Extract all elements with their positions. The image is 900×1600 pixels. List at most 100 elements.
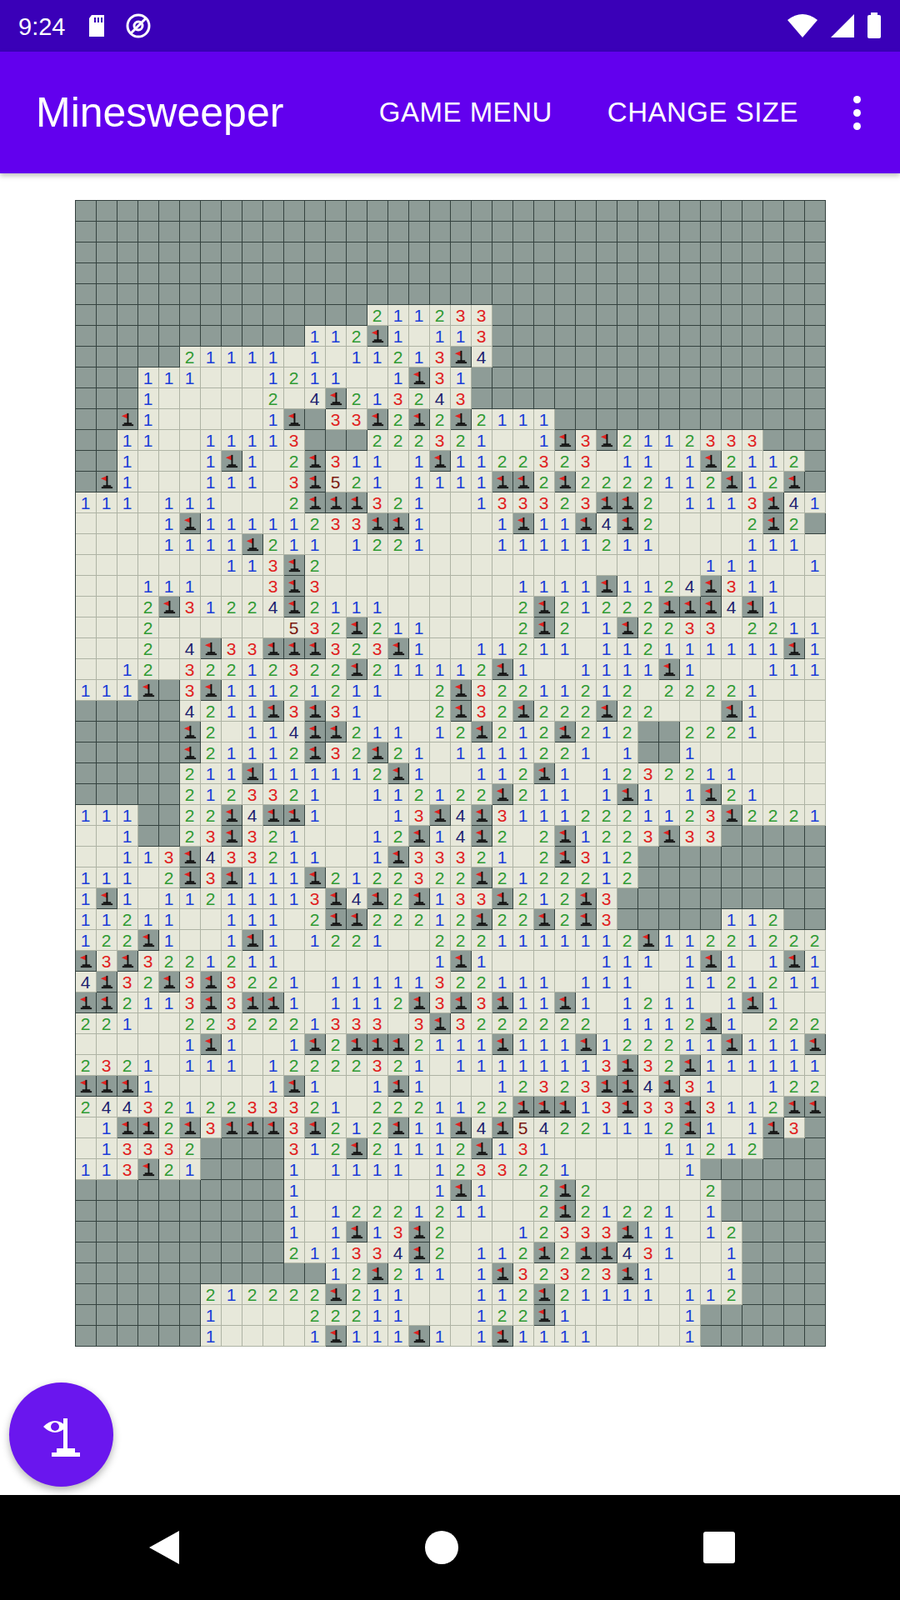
revealed-cell[interactable]: 1: [763, 450, 785, 472]
revealed-cell[interactable]: 1: [763, 638, 785, 660]
revealed-cell[interactable]: 1: [75, 1159, 97, 1180]
revealed-cell[interactable]: [367, 575, 389, 597]
hidden-cell[interactable]: [721, 825, 743, 847]
revealed-cell[interactable]: 1: [596, 659, 618, 680]
flagged-cell[interactable]: [388, 846, 410, 868]
flagged-cell[interactable]: [346, 659, 368, 680]
revealed-cell[interactable]: [346, 575, 368, 597]
revealed-cell[interactable]: 1: [117, 825, 139, 847]
hidden-cell[interactable]: [513, 242, 535, 264]
hidden-cell[interactable]: [96, 284, 118, 305]
revealed-cell[interactable]: 3: [575, 846, 597, 868]
hidden-cell[interactable]: [471, 388, 493, 410]
revealed-cell[interactable]: 3: [575, 450, 597, 472]
flagged-cell[interactable]: [159, 971, 180, 993]
hidden-cell[interactable]: [75, 305, 97, 326]
revealed-cell[interactable]: 2: [409, 1096, 430, 1118]
revealed-cell[interactable]: 1: [138, 575, 160, 597]
hidden-cell[interactable]: [450, 221, 472, 243]
revealed-cell[interactable]: [346, 555, 368, 576]
flagged-cell[interactable]: [305, 721, 326, 743]
revealed-cell[interactable]: [721, 513, 743, 535]
revealed-cell[interactable]: [221, 388, 243, 410]
revealed-cell[interactable]: 1: [575, 534, 597, 555]
revealed-cell[interactable]: 2: [721, 784, 743, 805]
flagged-cell[interactable]: [75, 992, 97, 1014]
hidden-cell[interactable]: [180, 1180, 201, 1201]
revealed-cell[interactable]: 1: [138, 992, 160, 1014]
hidden-cell[interactable]: [617, 909, 639, 930]
revealed-cell[interactable]: 1: [430, 888, 451, 910]
flagged-cell[interactable]: [409, 825, 430, 847]
revealed-cell[interactable]: 1: [805, 950, 826, 972]
revealed-cell[interactable]: 1: [659, 930, 680, 951]
revealed-cell[interactable]: 2: [700, 721, 722, 743]
flagged-cell[interactable]: [763, 1117, 785, 1139]
hidden-cell[interactable]: [221, 325, 243, 347]
revealed-cell[interactable]: 1: [638, 575, 660, 597]
revealed-cell[interactable]: 3: [325, 409, 347, 430]
revealed-cell[interactable]: 2: [617, 763, 639, 785]
hidden-cell[interactable]: [284, 263, 305, 285]
flagged-cell[interactable]: [700, 784, 722, 805]
revealed-cell[interactable]: 3: [242, 1096, 264, 1118]
hidden-cell[interactable]: [242, 284, 264, 305]
revealed-cell[interactable]: 1: [680, 1034, 701, 1055]
revealed-cell[interactable]: 1: [555, 805, 576, 826]
revealed-cell[interactable]: 1: [159, 992, 180, 1014]
hidden-cell[interactable]: [75, 263, 97, 285]
hidden-cell[interactable]: [555, 305, 576, 326]
hidden-cell[interactable]: [75, 450, 97, 472]
revealed-cell[interactable]: [742, 1075, 764, 1097]
revealed-cell[interactable]: 3: [138, 950, 160, 972]
revealed-cell[interactable]: [242, 409, 264, 430]
flagged-cell[interactable]: [180, 742, 201, 764]
revealed-cell[interactable]: 2: [617, 1200, 639, 1222]
revealed-cell[interactable]: 4: [242, 805, 264, 826]
revealed-cell[interactable]: 2: [638, 1034, 660, 1055]
overflow-menu-icon[interactable]: [836, 82, 877, 143]
revealed-cell[interactable]: 1: [534, 805, 555, 826]
revealed-cell[interactable]: 1: [555, 638, 576, 660]
revealed-cell[interactable]: 1: [242, 700, 264, 722]
revealed-cell[interactable]: 1: [305, 784, 326, 805]
hidden-cell[interactable]: [659, 263, 680, 285]
revealed-cell[interactable]: 1: [596, 680, 618, 701]
revealed-cell[interactable]: [138, 534, 160, 555]
hidden-cell[interactable]: [492, 367, 514, 389]
hidden-cell[interactable]: [805, 825, 826, 847]
revealed-cell[interactable]: 1: [680, 742, 701, 764]
revealed-cell[interactable]: 1: [409, 1055, 430, 1076]
flagged-cell[interactable]: [784, 471, 805, 493]
revealed-cell[interactable]: 2: [534, 471, 555, 493]
revealed-cell[interactable]: 2: [346, 638, 368, 660]
revealed-cell[interactable]: 2: [784, 450, 805, 472]
revealed-cell[interactable]: [263, 471, 285, 493]
hidden-cell[interactable]: [221, 1200, 243, 1222]
revealed-cell[interactable]: 1: [263, 367, 285, 389]
revealed-cell[interactable]: 2: [492, 867, 514, 889]
flagged-cell[interactable]: [325, 909, 347, 930]
hidden-cell[interactable]: [763, 888, 785, 910]
hidden-cell[interactable]: [575, 221, 597, 243]
flagged-cell[interactable]: [388, 1117, 410, 1139]
hidden-cell[interactable]: [159, 721, 180, 743]
revealed-cell[interactable]: 3: [471, 305, 493, 326]
revealed-cell[interactable]: [638, 1159, 660, 1180]
hidden-cell[interactable]: [75, 221, 97, 243]
revealed-cell[interactable]: 1: [596, 1117, 618, 1139]
revealed-cell[interactable]: 1: [96, 909, 118, 930]
hidden-cell[interactable]: [450, 284, 472, 305]
hidden-cell[interactable]: [555, 242, 576, 264]
hidden-cell[interactable]: [96, 200, 118, 222]
revealed-cell[interactable]: 2: [221, 784, 243, 805]
revealed-cell[interactable]: 1: [242, 471, 264, 493]
revealed-cell[interactable]: [117, 575, 139, 597]
revealed-cell[interactable]: 3: [242, 846, 264, 868]
revealed-cell[interactable]: 1: [450, 325, 472, 347]
revealed-cell[interactable]: 1: [409, 659, 430, 680]
revealed-cell[interactable]: 1: [680, 638, 701, 660]
revealed-cell[interactable]: 2: [325, 680, 347, 701]
revealed-cell[interactable]: 1: [284, 534, 305, 555]
flagged-cell[interactable]: [305, 867, 326, 889]
